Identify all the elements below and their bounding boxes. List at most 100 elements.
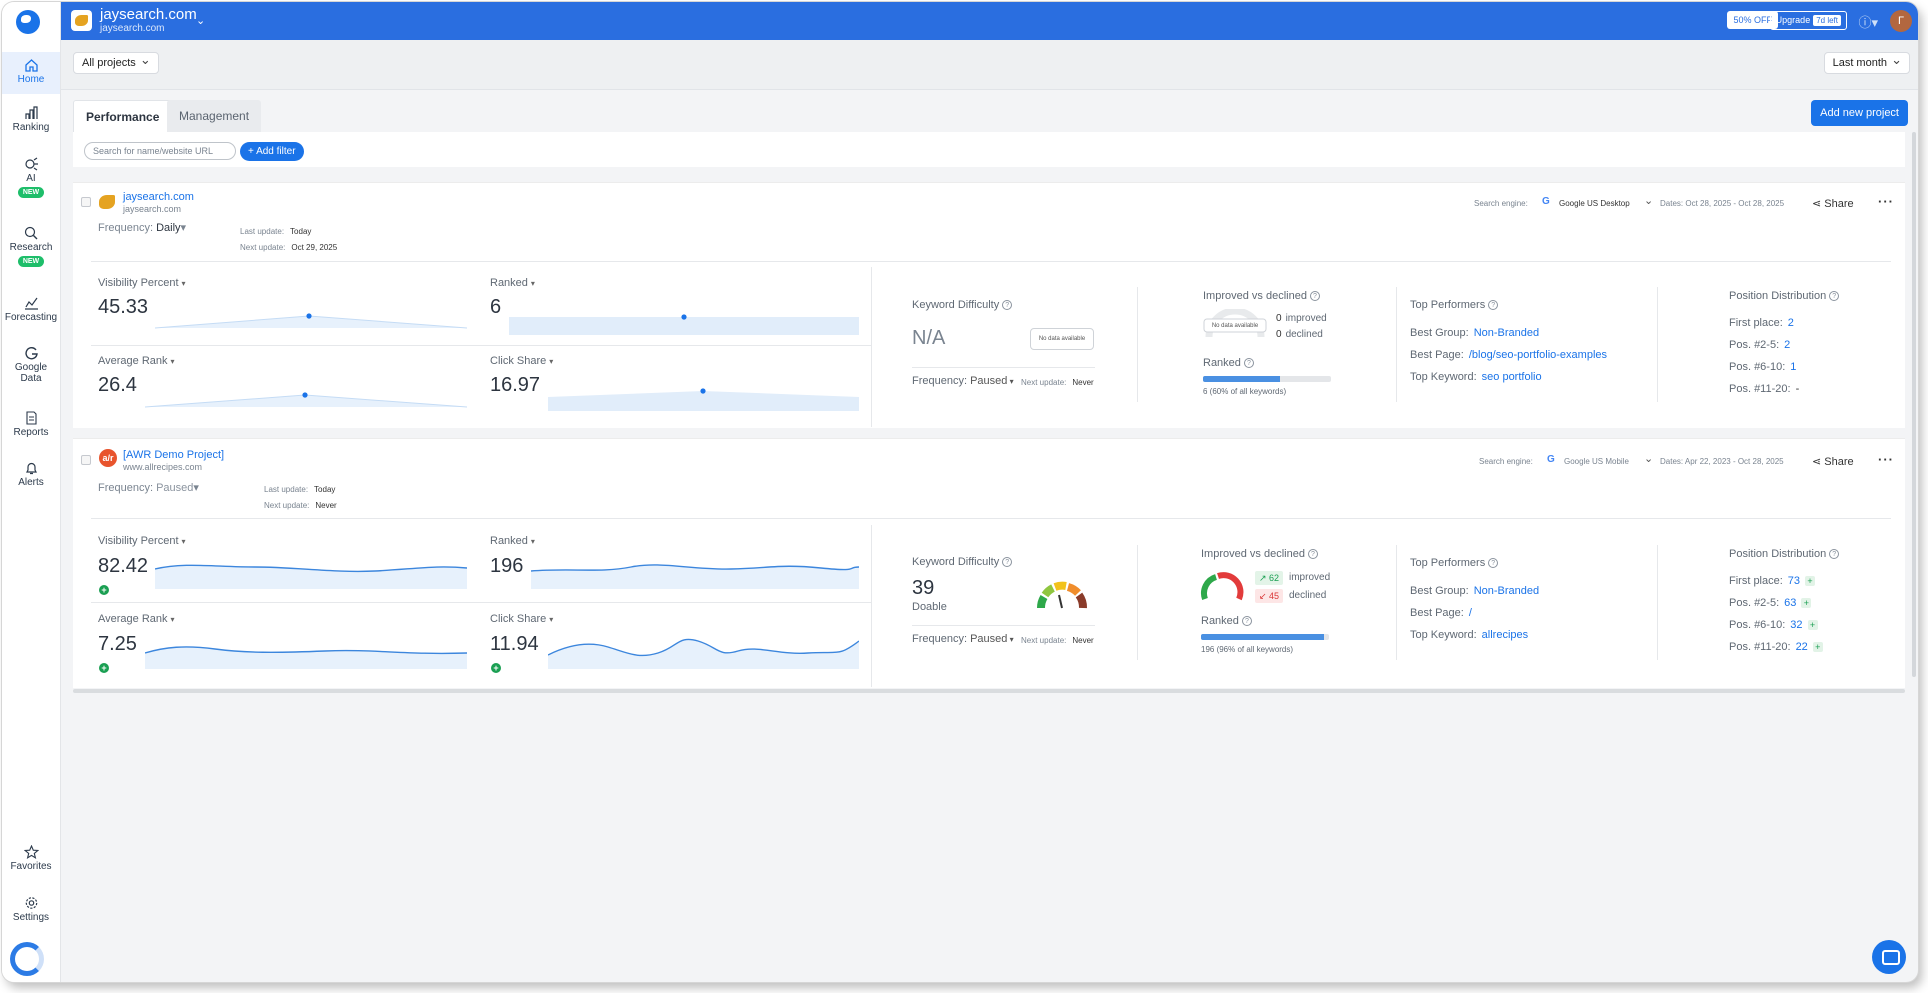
pos-6-10-value[interactable]: 1 <box>1790 361 1796 373</box>
chevron-down-icon[interactable]: ⌄ <box>1644 194 1653 207</box>
top-keyword-link[interactable]: seo portfolio <box>1482 371 1542 383</box>
ranked-progress-bar <box>1201 634 1329 640</box>
plus-icon[interactable]: + <box>1801 598 1812 608</box>
tab-management[interactable]: Management <box>167 100 262 132</box>
first-place-value[interactable]: 73 <box>1788 575 1800 587</box>
last-update: Last update: Today <box>240 227 311 236</box>
sidebar-item-home[interactable]: Home <box>2 52 60 94</box>
visibility-percent-selector[interactable]: Visibility Percent <box>98 535 186 547</box>
visibility-percent-selector[interactable]: Visibility Percent <box>98 277 186 289</box>
brand-logo-icon[interactable] <box>16 10 40 34</box>
divider <box>91 602 871 603</box>
help-icon[interactable]: ? <box>1829 549 1840 559</box>
plus-icon[interactable]: + <box>1805 576 1816 586</box>
ranked-selector[interactable]: Ranked <box>490 535 535 547</box>
sidebar-item-ai[interactable]: AI NEW <box>2 157 60 213</box>
help-icon[interactable]: ? <box>1002 557 1013 567</box>
sidebar: Home Ranking AI NEW Research NEW Forecas… <box>2 2 61 982</box>
sidebar-item-reports[interactable]: Reports <box>2 411 60 451</box>
kd-frequency-label: Frequency: <box>912 633 968 645</box>
project-checkbox[interactable] <box>81 455 91 465</box>
next-update: Next update: Never <box>264 501 337 510</box>
help-icon[interactable]: ? <box>1243 358 1254 368</box>
sidebar-item-research[interactable]: Research NEW <box>2 226 60 282</box>
visibility-percent-value: 45.33 <box>98 296 149 318</box>
site-switcher-url[interactable]: jaysearch.com <box>100 23 164 34</box>
best-page-link[interactable]: / <box>1469 607 1472 619</box>
search-engine-name[interactable]: Google US Desktop <box>1559 199 1630 208</box>
help-icon[interactable]: ? <box>1829 291 1840 301</box>
sidebar-item-google-data[interactable]: Google Data <box>2 346 60 394</box>
sidebar-item-ranking[interactable]: Ranking <box>2 106 60 146</box>
kd-frequency-selector[interactable]: Frequency: Paused <box>912 375 1014 387</box>
best-group-link[interactable]: Non-Branded <box>1474 585 1539 597</box>
best-page-link[interactable]: /blog/seo-portfolio-examples <box>1469 349 1607 361</box>
sidebar-item-favorites[interactable]: Favorites <box>2 845 60 885</box>
project-name[interactable]: [AWR Demo Project] <box>123 449 224 461</box>
ranked-title: Ranked? <box>1203 357 1254 369</box>
divider <box>912 625 1095 626</box>
share-button[interactable]: ⋖ Share <box>1812 197 1854 210</box>
share-icon: ⋖ <box>1812 198 1825 210</box>
add-note-icon[interactable]: + <box>99 663 109 673</box>
pos-2-5-value[interactable]: 2 <box>1784 339 1790 351</box>
chat-icon[interactable] <box>1872 940 1906 974</box>
google-icon: G <box>1542 196 1550 207</box>
first-place-value[interactable]: 2 <box>1788 317 1794 329</box>
chevron-down-icon[interactable]: ⌄ <box>196 14 205 27</box>
help-icon[interactable]: ? <box>1241 616 1252 626</box>
pos-6-10-label: Pos. #6-10: <box>1729 361 1786 373</box>
project-name[interactable]: jaysearch.com <box>123 191 194 203</box>
plus-icon[interactable]: + <box>1807 620 1818 630</box>
best-group-link[interactable]: Non-Branded <box>1474 327 1539 339</box>
horizontal-scrollbar[interactable] <box>73 689 1905 693</box>
upgrade-button[interactable]: Upgrade 7d left <box>1769 11 1847 30</box>
ranked-small-label: Ranked <box>1203 357 1241 369</box>
add-filter-label: Add filter <box>256 146 296 157</box>
help-icon[interactable]: ⓘ▾ <box>1858 12 1878 31</box>
help-icon[interactable]: ? <box>1307 549 1318 559</box>
average-rank-selector[interactable]: Average Rank <box>98 613 175 625</box>
pos-6-10-value[interactable]: 32 <box>1790 619 1802 631</box>
frequency-selector[interactable]: Frequency: Paused▾ <box>98 481 199 494</box>
search-input[interactable] <box>84 142 236 160</box>
frequency-selector[interactable]: Frequency: Daily▾ <box>98 221 186 234</box>
sidebar-item-settings[interactable]: Settings <box>2 896 60 936</box>
upgrade-label: Upgrade <box>1775 15 1811 25</box>
add-new-project-button[interactable]: Add new project <box>1811 100 1908 126</box>
kd-frequency-selector[interactable]: Frequency: Paused <box>912 633 1014 645</box>
site-switcher-name[interactable]: jaysearch.com <box>100 6 197 23</box>
add-note-icon[interactable]: + <box>99 585 109 595</box>
click-share-selector[interactable]: Click Share <box>490 355 553 367</box>
pos-11-20-value[interactable]: 22 <box>1796 641 1808 653</box>
pos-2-5-value[interactable]: 63 <box>1784 597 1796 609</box>
sidebar-item-alerts[interactable]: Alerts <box>2 461 60 501</box>
declined-badge: ↙ 45 <box>1255 589 1283 603</box>
ranked-selector[interactable]: Ranked <box>490 277 535 289</box>
project-checkbox[interactable] <box>81 197 91 207</box>
help-icon[interactable]: ? <box>1002 300 1013 310</box>
divider <box>1657 287 1658 402</box>
share-button[interactable]: ⋖ Share <box>1812 455 1854 468</box>
vertical-scrollbar[interactable] <box>1912 132 1916 677</box>
tab-performance[interactable]: Performance <box>73 100 173 132</box>
help-icon[interactable]: ? <box>1488 300 1499 310</box>
date-range-dropdown[interactable]: Last month <box>1823 50 1910 74</box>
kd-frequency-label: Frequency: <box>912 375 968 387</box>
chevron-down-icon[interactable]: ⌄ <box>1644 452 1653 465</box>
click-share-selector[interactable]: Click Share <box>490 613 553 625</box>
plus-icon[interactable]: + <box>1812 642 1823 652</box>
all-projects-dropdown[interactable]: All projects <box>73 50 159 74</box>
more-options-icon[interactable]: ··· <box>1878 452 1894 467</box>
help-icon[interactable]: ? <box>1488 558 1499 568</box>
average-rank-selector[interactable]: Average Rank <box>98 355 175 367</box>
add-filter-button[interactable]: + Add filter <box>240 142 304 161</box>
help-icon[interactable]: ? <box>1309 291 1320 301</box>
top-keyword-link[interactable]: allrecipes <box>1482 629 1528 641</box>
search-engine-name[interactable]: Google US Mobile <box>1564 457 1629 466</box>
add-note-icon[interactable]: + <box>491 663 501 673</box>
avatar[interactable]: Г <box>1890 10 1912 32</box>
more-options-icon[interactable]: ··· <box>1878 194 1894 209</box>
progress-ring-icon[interactable] <box>10 942 44 976</box>
sidebar-item-forecasting[interactable]: Forecasting <box>2 296 60 336</box>
